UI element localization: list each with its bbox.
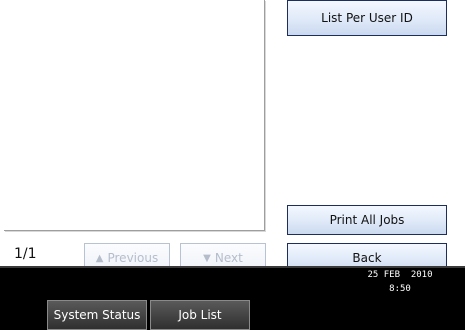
date-time-display: 25 FEB 2010 8:50 (355, 268, 445, 296)
back-label: Back (352, 251, 382, 265)
up-arrow-icon: ▲ (95, 252, 104, 264)
system-status-button[interactable]: System Status (47, 300, 147, 330)
next-label: Next (214, 251, 243, 265)
date-text: 25 FEB 2010 (367, 270, 433, 280)
print-all-jobs-button[interactable]: Print All Jobs (287, 205, 447, 235)
list-per-user-id-button[interactable]: List Per User ID (287, 0, 447, 36)
job-list-panel (4, 0, 265, 231)
system-status-label: System Status (53, 308, 141, 322)
down-arrow-icon: ▼ (203, 252, 211, 264)
list-per-user-id-label: List Per User ID (321, 11, 413, 25)
job-list-label: Job List (178, 308, 222, 322)
page-indicator: 1/1 (14, 246, 37, 262)
print-all-jobs-label: Print All Jobs (329, 213, 405, 227)
time-text: 8:50 (389, 284, 411, 294)
previous-label: Previous (107, 251, 159, 265)
job-list-button[interactable]: Job List (150, 300, 250, 330)
